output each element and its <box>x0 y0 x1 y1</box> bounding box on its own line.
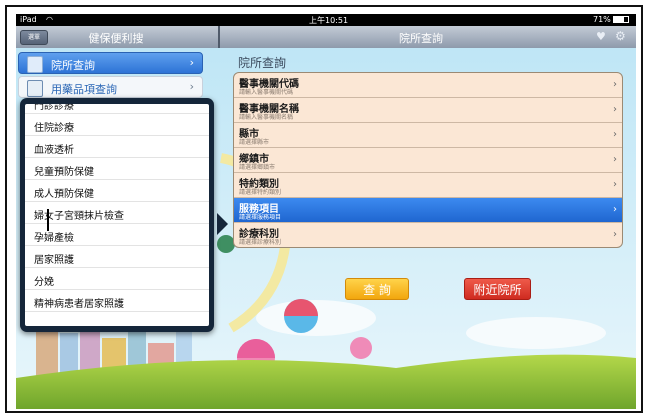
sidebar-item-clinic-search[interactable]: 院所查詢 › <box>18 52 203 74</box>
status-bar: iPad ◠ 上午10:51 71% <box>16 14 636 26</box>
list-item-label: 住院診療 <box>34 123 74 134</box>
chevron-right-icon: › <box>613 129 617 140</box>
list-item-label: 精神病患者居家照護 <box>34 299 124 310</box>
list-item[interactable]: 居家照護 <box>25 246 209 268</box>
chevron-right-icon: › <box>613 154 617 165</box>
field-county[interactable]: 縣市 請選擇縣市 › <box>234 123 622 148</box>
document-icon <box>27 80 43 97</box>
field-township[interactable]: 鄉鎮市 請選擇鄉鎮市 › <box>234 148 622 173</box>
battery-icon <box>613 16 629 23</box>
list-item[interactable]: 血液透析 <box>25 136 209 158</box>
chevron-right-icon: › <box>613 179 617 190</box>
popover-arrow <box>217 213 228 235</box>
text-cursor <box>47 209 49 231</box>
list-item[interactable]: 孕婦產檢 <box>25 224 209 246</box>
service-item-popover: 門診診療 住院診療 血液透析 兒童預防保健 成人預防保健 婦女子宮頸抹片檢查 孕… <box>20 98 228 332</box>
field-department[interactable]: 診療科別 請選擇診療科別 › <box>234 223 622 247</box>
gear-icon[interactable]: ⚙ <box>615 29 626 43</box>
wifi-icon: ◠ <box>46 15 53 24</box>
sidebar-item-label: 院所查詢 <box>51 59 95 72</box>
chevron-right-icon: › <box>613 229 617 240</box>
nav-divider <box>218 26 220 48</box>
field-placeholder: 請選擇特約類別 <box>239 189 282 196</box>
sidebar-item-drug-search[interactable]: 用藥品項查詢 › <box>18 76 203 98</box>
list-item-label: 兒童預防保健 <box>34 167 94 178</box>
heart-icon[interactable]: ♥ <box>596 30 606 43</box>
chevron-right-icon: › <box>613 104 617 115</box>
list-item[interactable]: 成人預防保健 <box>25 180 209 202</box>
nearby-clinics-button[interactable]: 附近院所 <box>464 278 531 300</box>
ipad-screen: iPad ◠ 上午10:51 71% 選單 健保便利搜 院所查詢 ♥ ⚙ 院所查… <box>16 14 636 409</box>
field-placeholder: 請輸入醫事機關代碼 <box>239 89 294 96</box>
sidebar-item-label: 用藥品項查詢 <box>51 83 117 96</box>
field-placeholder: 請輸入醫事機關名稱 <box>239 114 294 121</box>
chevron-right-icon: › <box>613 204 617 215</box>
list-item-label: 成人預防保健 <box>34 189 94 200</box>
list-item-label: 居家照護 <box>34 255 74 266</box>
field-institution-code[interactable]: 醫事機關代碼 請輸入醫事機關代碼 › <box>234 73 622 98</box>
battery-level: 71% <box>593 15 611 24</box>
section-title: 院所查詢 <box>238 56 287 70</box>
list-item[interactable]: 住院診療 <box>25 114 209 136</box>
sidebar-title: 健保便利搜 <box>88 32 144 45</box>
chevron-right-icon: › <box>189 80 194 93</box>
window-frame: iPad ◠ 上午10:51 71% 選單 健保便利搜 院所查詢 ♥ ⚙ 院所查… <box>5 5 643 413</box>
service-item-list: 門診診療 住院診療 血液透析 兒童預防保健 成人預防保健 婦女子宮頸抹片檢查 孕… <box>25 104 209 326</box>
calendar-icon <box>27 56 43 73</box>
list-item-label: 分娩 <box>34 277 54 288</box>
list-item-label: 門診診療 <box>34 104 74 112</box>
chevron-right-icon: › <box>613 79 617 90</box>
clock: 上午10:51 <box>309 16 349 25</box>
field-placeholder: 請選擇服務項目 <box>239 214 282 221</box>
field-placeholder: 請選擇鄉鎮市 <box>239 164 276 171</box>
list-item[interactable]: 兒童預防保健 <box>25 158 209 180</box>
list-item[interactable]: 婦女子宮頸抹片檢查 <box>25 202 209 224</box>
field-institution-name[interactable]: 醫事機關名稱 請輸入醫事機關名稱 › <box>234 98 622 123</box>
page-title: 院所查詢 <box>399 32 443 45</box>
list-item[interactable]: 精神病患者居家照護 <box>25 290 209 312</box>
list-item-label: 血液透析 <box>34 145 74 156</box>
query-button[interactable]: 查 詢 <box>345 278 409 300</box>
navigation-bar: 選單 健保便利搜 院所查詢 ♥ ⚙ <box>16 26 636 49</box>
device-label: iPad <box>20 15 37 24</box>
list-item[interactable]: 分娩 <box>25 268 209 290</box>
chevron-right-icon: › <box>189 56 194 69</box>
field-contract-type[interactable]: 特約類別 請選擇特約類別 › <box>234 173 622 198</box>
field-service-item[interactable]: 服務項目 請選擇服務項目 › <box>234 198 622 223</box>
field-placeholder: 請選擇縣市 <box>239 139 270 146</box>
field-placeholder: 請選擇診療科別 <box>239 239 282 246</box>
list-item-label: 孕婦產檢 <box>34 233 74 244</box>
list-item[interactable]: 門診診療 <box>25 104 209 114</box>
search-form: 醫事機關代碼 請輸入醫事機關代碼 › 醫事機關名稱 請輸入醫事機關名稱 › 縣市… <box>233 72 623 248</box>
